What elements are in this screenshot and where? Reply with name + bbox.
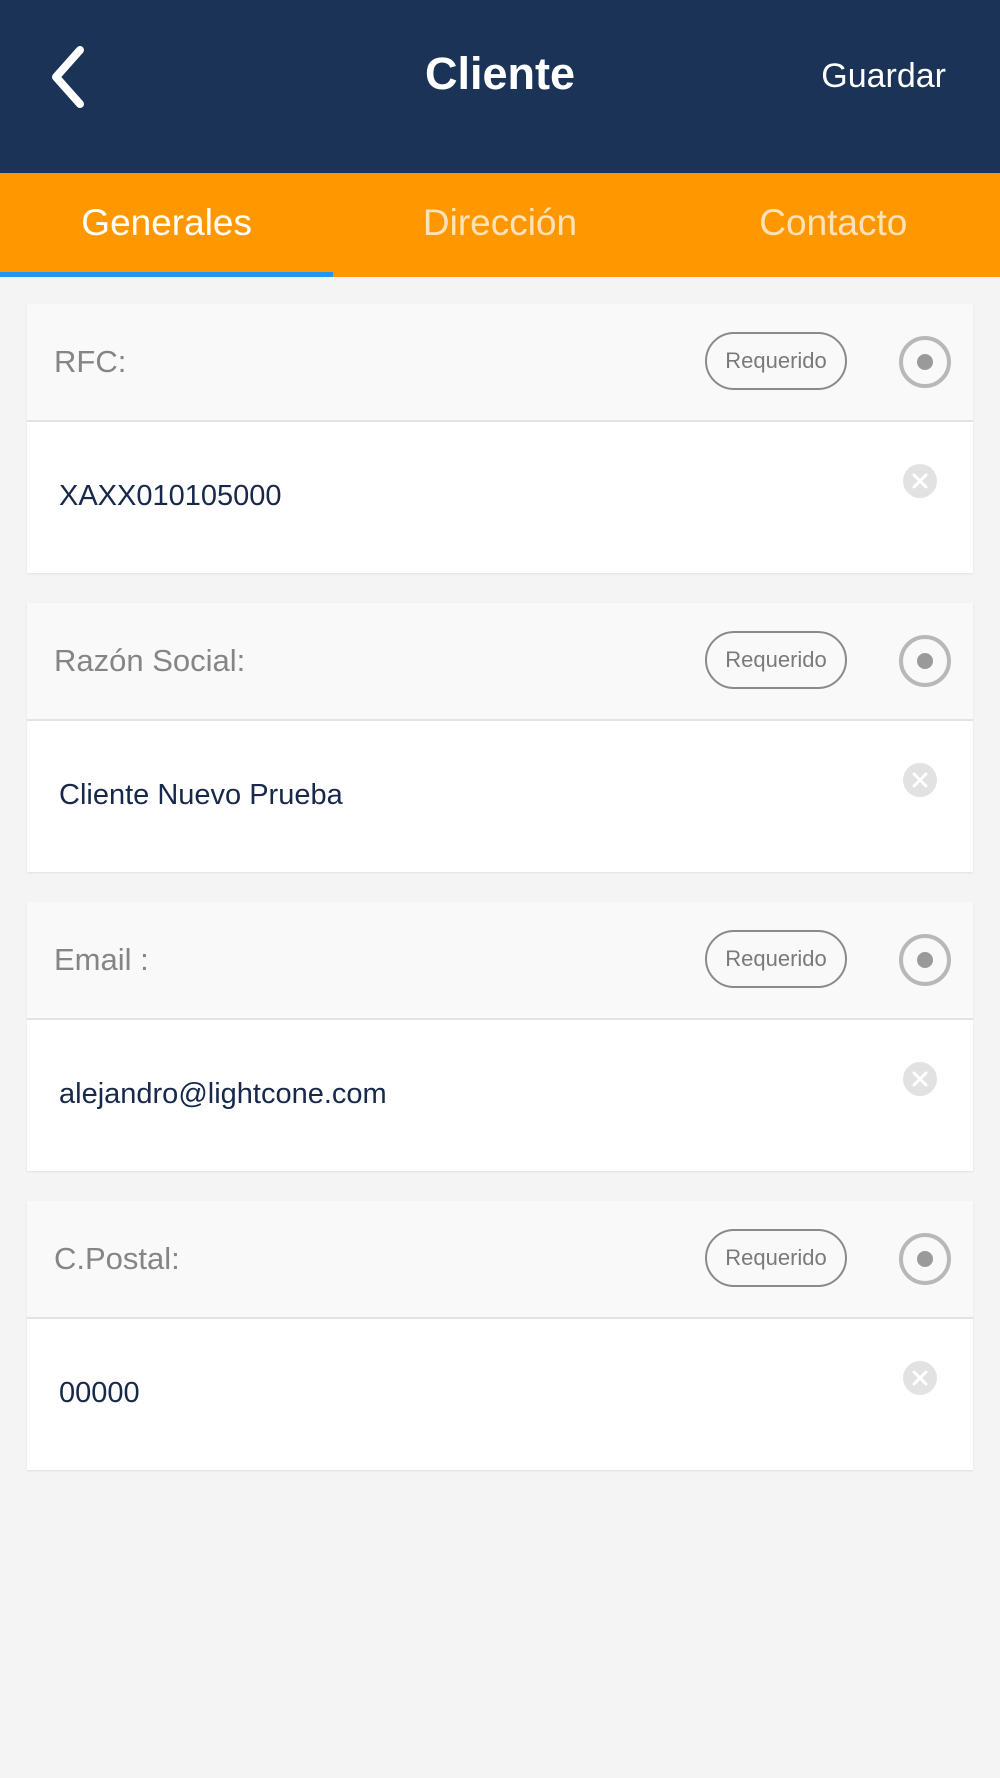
tab-direccion[interactable]: Dirección (333, 173, 666, 277)
field-label: Razón Social: (54, 643, 246, 678)
clear-icon[interactable] (903, 1062, 937, 1096)
active-tab-indicator (0, 272, 334, 277)
field-header: Razón Social: Requerido (27, 603, 973, 721)
save-button[interactable]: Guardar (821, 48, 946, 104)
clear-icon[interactable] (903, 1361, 937, 1395)
field-card-razon-social: Razón Social: Requerido (27, 603, 973, 872)
tab-generales[interactable]: Generales (0, 173, 334, 277)
field-body (27, 422, 973, 573)
radio-icon[interactable] (898, 634, 952, 688)
app-header: Cliente Guardar (0, 0, 1000, 173)
field-body (27, 1319, 973, 1470)
field-card-codigo-postal: C.Postal: Requerido (27, 1201, 973, 1470)
radio-icon[interactable] (898, 933, 952, 987)
field-label: Email : (54, 942, 149, 977)
tab-contacto[interactable]: Contacto (667, 173, 1000, 277)
field-card-email: Email : Requerido (27, 902, 973, 1171)
tab-label: Contacto (759, 202, 908, 243)
postal-code-input[interactable] (51, 1365, 907, 1421)
field-label: RFC: (54, 344, 127, 379)
field-header: C.Postal: Requerido (27, 1201, 973, 1319)
clear-icon[interactable] (903, 763, 937, 797)
field-header: Email : Requerido (27, 902, 973, 1020)
field-label: C.Postal: (54, 1241, 180, 1276)
field-header: RFC: Requerido (27, 304, 973, 422)
required-badge: Requerido (705, 1229, 847, 1287)
field-card-rfc: RFC: Requerido (27, 304, 973, 573)
required-badge: Requerido (705, 930, 847, 988)
required-badge: Requerido (705, 332, 847, 390)
tab-bar: Generales Dirección Contacto (0, 173, 1000, 277)
required-badge: Requerido (705, 631, 847, 689)
radio-icon[interactable] (898, 1232, 952, 1286)
rfc-input[interactable] (51, 468, 907, 524)
field-body (27, 721, 973, 872)
razon-social-input[interactable] (51, 767, 907, 823)
field-body (27, 1020, 973, 1171)
email-input[interactable] (51, 1066, 907, 1122)
tab-label: Generales (81, 202, 253, 243)
clear-icon[interactable] (903, 464, 937, 498)
tab-label: Dirección (422, 202, 578, 243)
radio-icon[interactable] (898, 335, 952, 389)
